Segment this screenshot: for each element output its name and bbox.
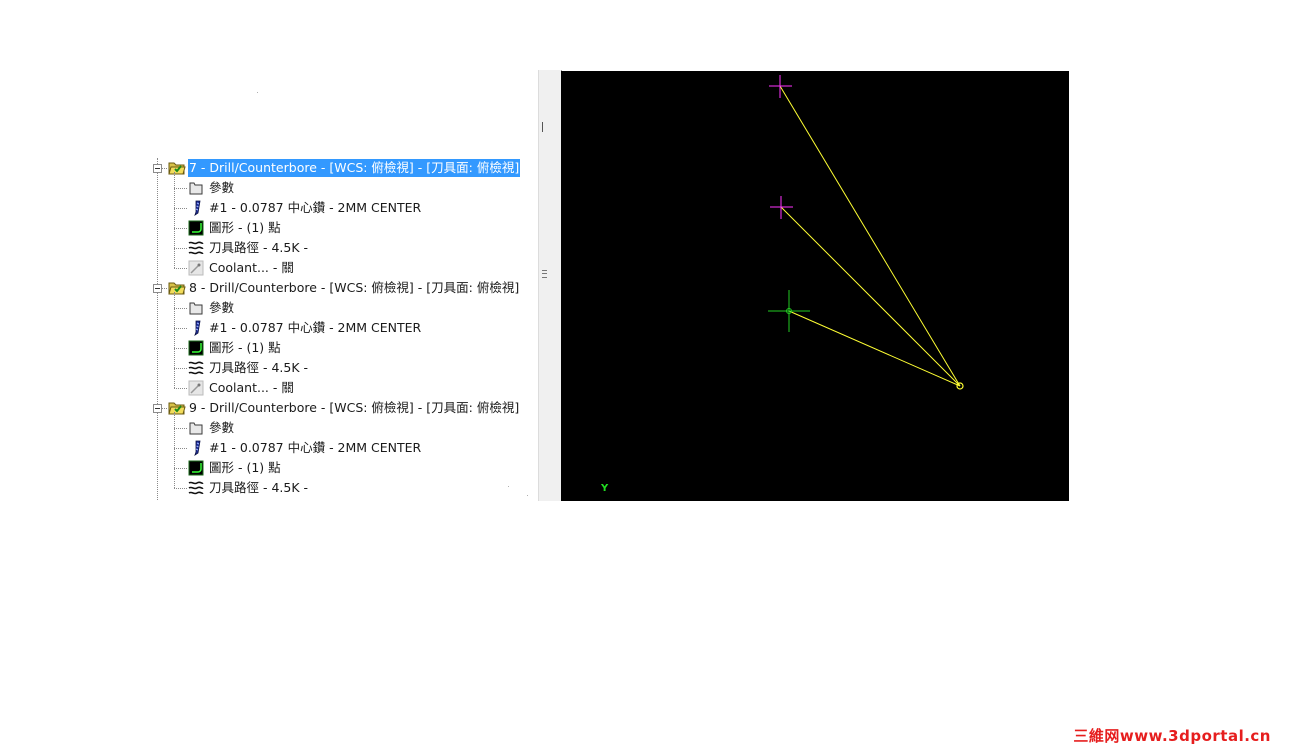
tree-connector	[174, 172, 175, 268]
tree-connector	[157, 158, 158, 500]
tree-connector	[174, 388, 187, 389]
tree-child-item[interactable]: Coolant... - 關	[168, 258, 538, 278]
operation-label[interactable]: 8 - Drill/Counterbore - [WCS: 俯檢視] - [刀具…	[188, 279, 520, 297]
operation-folder-icon	[168, 160, 186, 176]
tree-child-item[interactable]: 圖形 - (1) 點	[168, 458, 538, 478]
tree-operation-9[interactable]: 9 - Drill/Counterbore - [WCS: 俯檢視] - [刀具…	[150, 398, 538, 418]
stray-pixel	[257, 92, 258, 93]
tree-child-item[interactable]: 刀具路徑 - 4.5K -	[168, 238, 538, 258]
drill-point-marker-1	[769, 75, 792, 98]
geometry-icon	[188, 220, 204, 236]
tree-connector	[174, 448, 187, 449]
collapse-toggle[interactable]	[153, 284, 162, 293]
tree-item-label: 參數	[209, 180, 235, 195]
toolpath-line-1	[779, 85, 961, 387]
origin-marker	[768, 290, 810, 332]
tree-child-item[interactable]: 刀具路徑 - 4.5K -	[168, 358, 538, 378]
tree-child-item[interactable]: 參數	[168, 178, 538, 198]
folder-icon	[188, 420, 204, 436]
operation-label[interactable]: 9 - Drill/Counterbore - [WCS: 俯檢視] - [刀具…	[188, 399, 520, 417]
stray-pixel	[527, 495, 528, 496]
tree-connector	[162, 168, 167, 169]
toolpath-backplot	[768, 75, 964, 390]
tree-connector	[174, 268, 187, 269]
tree-item-label: 刀具路徑 - 4.5K -	[209, 360, 309, 375]
toolpath-line-3	[788, 310, 961, 387]
tree-connector	[174, 292, 175, 388]
tree-item-label: 參數	[209, 300, 235, 315]
tree-child-item[interactable]: #1 - 0.0787 中心鑽 - 2MM CENTER	[168, 318, 538, 338]
tree-item-label: 刀具路徑 - 4.5K -	[209, 480, 309, 495]
tree-item-label: Coolant... - 關	[209, 380, 294, 395]
coolant-icon	[188, 260, 204, 276]
operation-folder-icon	[168, 400, 186, 416]
tree-child-item[interactable]: 刀具路徑 - 4.5K -	[168, 478, 538, 498]
tree-connector	[174, 328, 187, 329]
folder-icon	[188, 300, 204, 316]
toolpath-icon	[188, 480, 204, 496]
tree-child-item[interactable]: Coolant... - 關	[168, 378, 538, 398]
panel-splitter[interactable]	[538, 70, 562, 501]
toolpath-line-2	[780, 206, 961, 387]
splitter-grip-handle[interactable]	[542, 270, 547, 278]
tree-child-item[interactable]: #1 - 0.0787 中心鑽 - 2MM CENTER	[168, 438, 538, 458]
coolant-icon	[188, 380, 204, 396]
tree-connector	[174, 308, 187, 309]
drill-tool-icon	[188, 440, 204, 456]
tree-item-label: 圖形 - (1) 點	[209, 460, 281, 475]
toolpath-icon	[188, 240, 204, 256]
tree-connector	[174, 428, 187, 429]
tree-operation-7[interactable]: 7 - Drill/Counterbore - [WCS: 俯檢視] - [刀具…	[150, 158, 538, 178]
tree-connector	[174, 468, 187, 469]
graphics-viewport[interactable]: Y	[561, 71, 1069, 501]
tree-item-label: 圖形 - (1) 點	[209, 340, 281, 355]
tree-connector	[174, 488, 187, 489]
tree-item-label: 參數	[209, 420, 235, 435]
splitter-grip-top	[542, 122, 543, 132]
tree-operation-8[interactable]: 8 - Drill/Counterbore - [WCS: 俯檢視] - [刀具…	[150, 278, 538, 298]
operation-label[interactable]: 7 - Drill/Counterbore - [WCS: 俯檢視] - [刀具…	[188, 159, 521, 177]
tree-item-label: #1 - 0.0787 中心鑽 - 2MM CENTER	[209, 200, 422, 215]
geometry-icon	[188, 340, 204, 356]
tree-child-item[interactable]: 參數	[168, 418, 538, 438]
tree-connector	[174, 208, 187, 209]
tree-connector	[174, 348, 187, 349]
toolpath-icon	[188, 360, 204, 376]
operations-tree: 7 - Drill/Counterbore - [WCS: 俯檢視] - [刀具…	[150, 158, 538, 500]
stray-pixel	[508, 486, 509, 487]
tree-item-label: 圖形 - (1) 點	[209, 220, 281, 235]
collapse-toggle[interactable]	[153, 404, 162, 413]
tree-connector	[174, 188, 187, 189]
tree-child-item[interactable]: 參數	[168, 298, 538, 318]
tree-connector	[162, 408, 167, 409]
axis-y-label: Y	[601, 483, 609, 494]
tree-child-item[interactable]: #1 - 0.0787 中心鑽 - 2MM CENTER	[168, 198, 538, 218]
geometry-icon	[188, 460, 204, 476]
operation-folder-icon	[168, 280, 186, 296]
folder-icon	[188, 180, 204, 196]
tree-connector	[174, 412, 175, 488]
tree-item-label: Coolant... - 關	[209, 260, 294, 275]
drill-tool-icon	[188, 200, 204, 216]
tree-connector	[174, 248, 187, 249]
tree-connector	[162, 288, 167, 289]
tree-item-label: #1 - 0.0787 中心鑽 - 2MM CENTER	[209, 440, 422, 455]
collapse-toggle[interactable]	[153, 164, 162, 173]
drill-tool-icon	[188, 320, 204, 336]
tree-item-label: 刀具路徑 - 4.5K -	[209, 240, 309, 255]
tree-connector	[174, 228, 187, 229]
tree-connector	[174, 368, 187, 369]
watermark-text: 三維网www.3dportal.cn	[1073, 727, 1271, 745]
tree-child-item[interactable]: 圖形 - (1) 點	[168, 338, 538, 358]
tree-child-item[interactable]: 圖形 - (1) 點	[168, 218, 538, 238]
tree-item-label: #1 - 0.0787 中心鑽 - 2MM CENTER	[209, 320, 422, 335]
